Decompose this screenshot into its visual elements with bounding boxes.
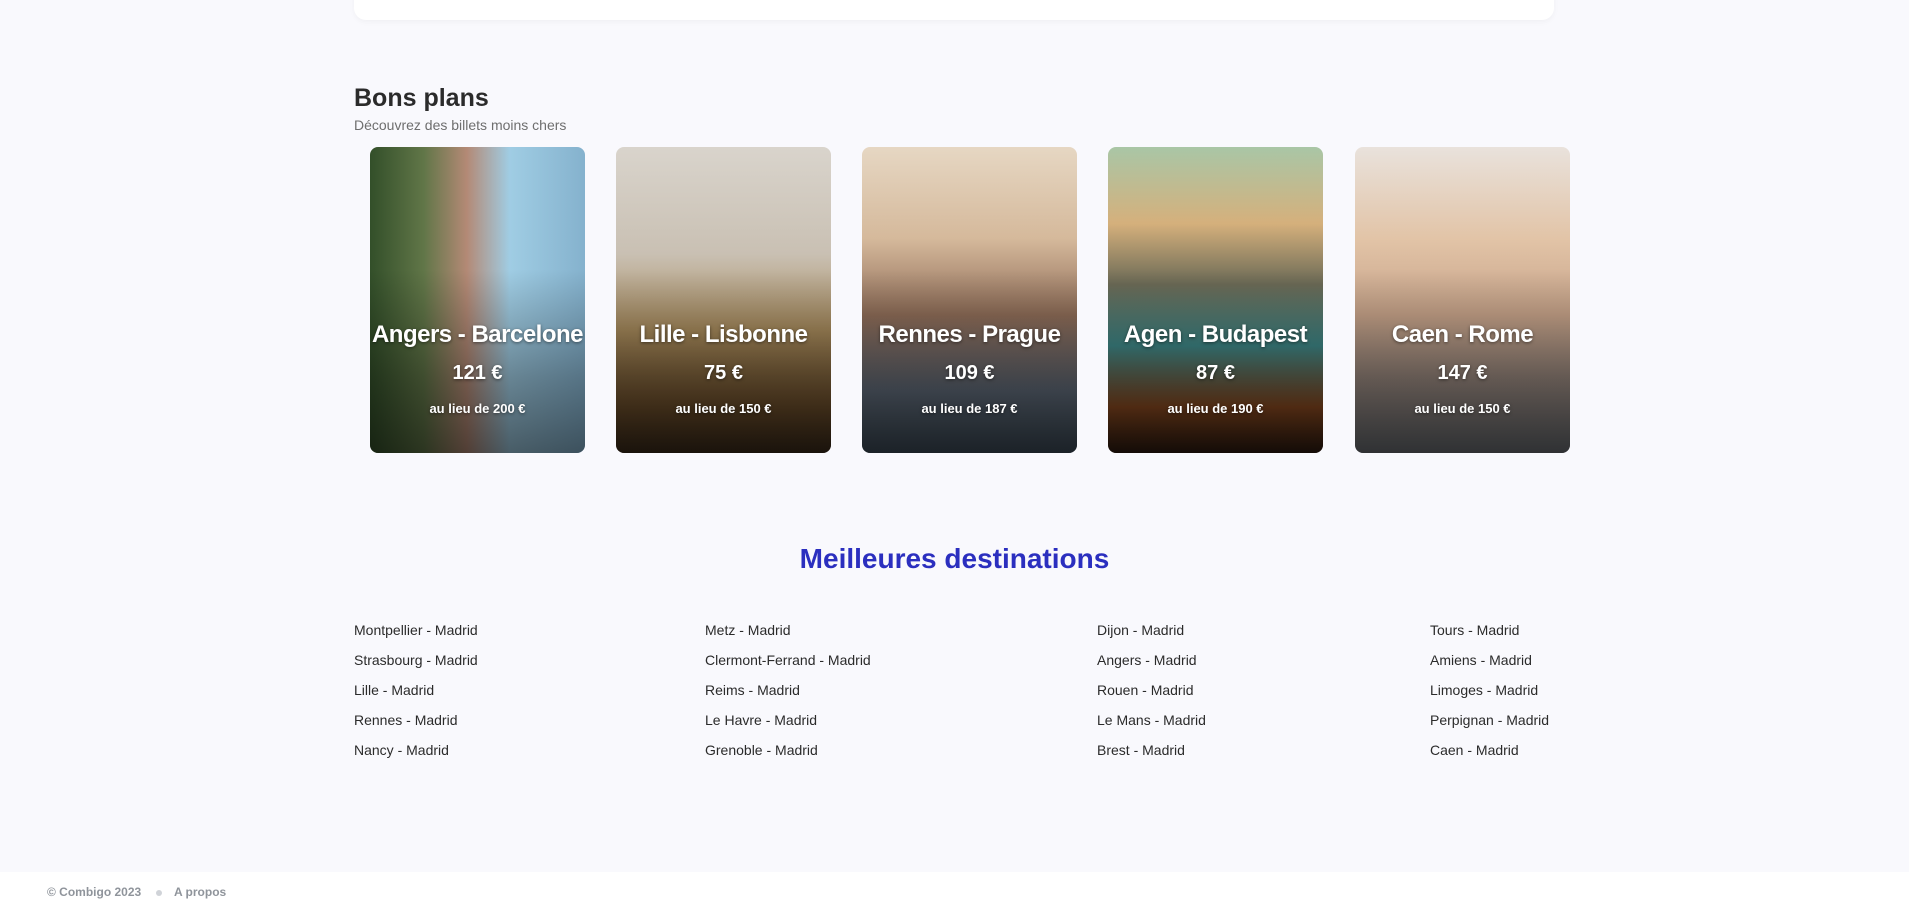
destination-link[interactable]: Grenoble - Madrid — [705, 740, 871, 770]
destinations-column: Montpellier - Madrid Strasbourg - Madrid… — [354, 620, 478, 770]
deal-old-price: au lieu de 190 € — [1167, 401, 1264, 416]
destination-link[interactable]: Clermont-Ferrand - Madrid — [705, 650, 871, 680]
deal-old-price: au lieu de 187 € — [921, 401, 1018, 416]
destination-link[interactable]: Metz - Madrid — [705, 620, 871, 650]
deal-price: 147 € — [1437, 362, 1488, 384]
destination-link[interactable]: Strasbourg - Madrid — [354, 650, 478, 680]
destination-link[interactable]: Montpellier - Madrid — [354, 620, 478, 650]
deal-old-price: au lieu de 150 € — [675, 401, 772, 416]
deal-price: 121 € — [452, 362, 503, 384]
destination-link[interactable]: Lille - Madrid — [354, 680, 478, 710]
deal-price: 109 € — [944, 362, 995, 384]
destination-link[interactable]: Tours - Madrid — [1430, 620, 1549, 650]
deal-route: Rennes - Prague — [878, 321, 1061, 348]
deal-price: 75 € — [704, 362, 743, 384]
destination-link[interactable]: Perpignan - Madrid — [1430, 710, 1549, 740]
deal-old-price: au lieu de 150 € — [1414, 401, 1511, 416]
destinations-column: Metz - Madrid Clermont-Ferrand - Madrid … — [705, 620, 871, 770]
destination-link[interactable]: Le Havre - Madrid — [705, 710, 871, 740]
destination-link[interactable]: Brest - Madrid — [1097, 740, 1206, 770]
destination-link[interactable]: Amiens - Madrid — [1430, 650, 1549, 680]
deals-carousel: Angers - Barcelone 121 € au lieu de 200 … — [370, 147, 1570, 453]
destinations-column: Dijon - Madrid Angers - Madrid Rouen - M… — [1097, 620, 1206, 770]
destination-link[interactable]: Nancy - Madrid — [354, 740, 478, 770]
destination-link[interactable]: Limoges - Madrid — [1430, 680, 1549, 710]
footer-separator-dot — [156, 890, 162, 896]
footer-copyright: © Combigo 2023 — [47, 885, 142, 899]
deal-card[interactable]: Agen - Budapest 87 € au lieu de 190 € — [1108, 147, 1323, 453]
destination-link[interactable]: Rennes - Madrid — [354, 710, 478, 740]
destination-link[interactable]: Reims - Madrid — [705, 680, 871, 710]
deals-title: Bons plans — [354, 84, 489, 112]
deal-card[interactable]: Lille - Lisbonne 75 € au lieu de 150 € — [616, 147, 831, 453]
destination-link[interactable]: Dijon - Madrid — [1097, 620, 1206, 650]
deal-card[interactable]: Rennes - Prague 109 € au lieu de 187 € — [862, 147, 1077, 453]
destination-link[interactable]: Le Mans - Madrid — [1097, 710, 1206, 740]
search-panel-bottom — [354, 0, 1554, 20]
deal-route: Agen - Budapest — [1123, 321, 1308, 348]
destination-link[interactable]: Caen - Madrid — [1430, 740, 1549, 770]
destinations-column: Tours - Madrid Amiens - Madrid Limoges -… — [1430, 620, 1549, 770]
destination-link[interactable]: Angers - Madrid — [1097, 650, 1206, 680]
deal-card[interactable]: Caen - Rome 147 € au lieu de 150 € — [1355, 147, 1570, 453]
deals-subtitle: Découvrez des billets moins chers — [354, 117, 567, 133]
deal-price: 87 € — [1196, 362, 1235, 384]
destination-link[interactable]: Rouen - Madrid — [1097, 680, 1206, 710]
footer-about-link[interactable]: A propos — [174, 885, 226, 899]
deal-route: Lille - Lisbonne — [639, 321, 808, 348]
deal-route: Angers - Barcelone — [371, 321, 584, 348]
destinations-title: Meilleures destinations — [799, 543, 1110, 574]
deal-route: Caen - Rome — [1391, 321, 1534, 348]
deal-card[interactable]: Angers - Barcelone 121 € au lieu de 200 … — [370, 147, 585, 453]
deal-old-price: au lieu de 200 € — [429, 401, 526, 416]
footer: © Combigo 2023 A propos — [0, 872, 1909, 906]
